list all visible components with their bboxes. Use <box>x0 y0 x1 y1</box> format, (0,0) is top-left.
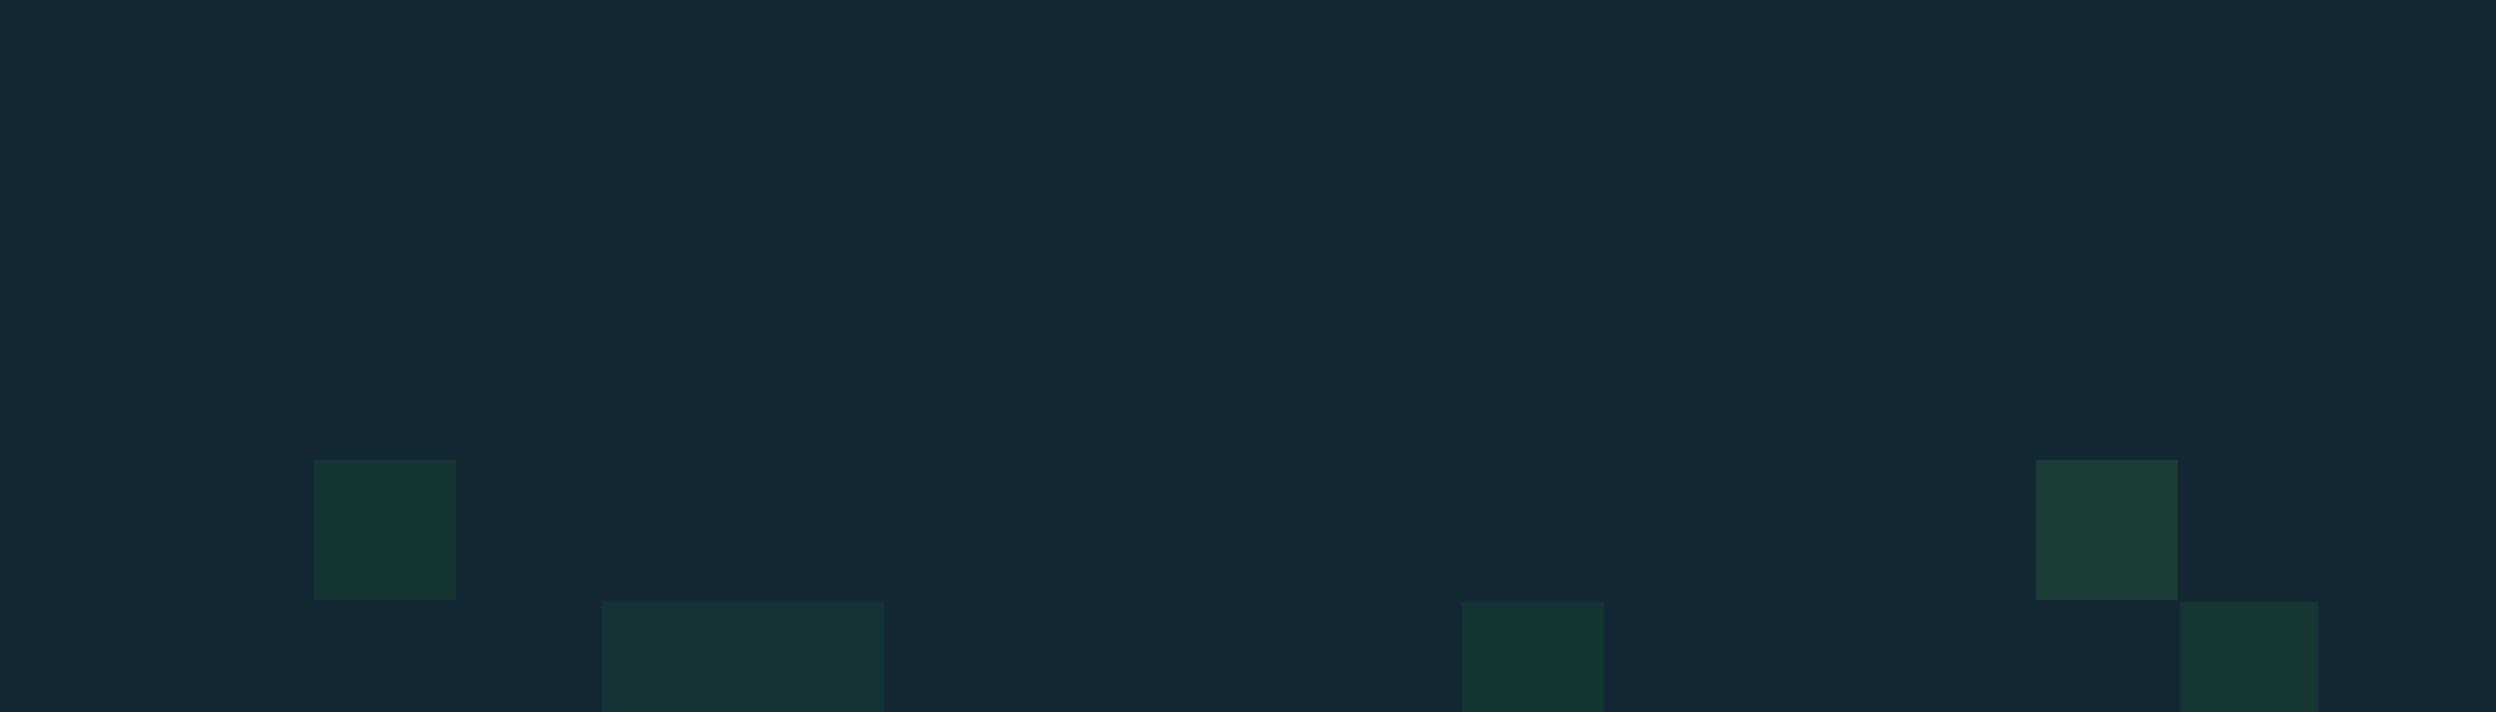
highlight-cells <box>314 460 2318 712</box>
grid-highlight-cell <box>602 602 884 712</box>
grid-highlight-cell <box>314 460 456 600</box>
grid-lines <box>0 0 2496 712</box>
grid-highlight-cell <box>1462 602 1604 712</box>
grid-highlight-cell <box>2180 602 2318 712</box>
grid-pattern <box>0 0 2496 712</box>
grid-background <box>0 0 2496 712</box>
grid-highlight-cell <box>2036 460 2178 600</box>
